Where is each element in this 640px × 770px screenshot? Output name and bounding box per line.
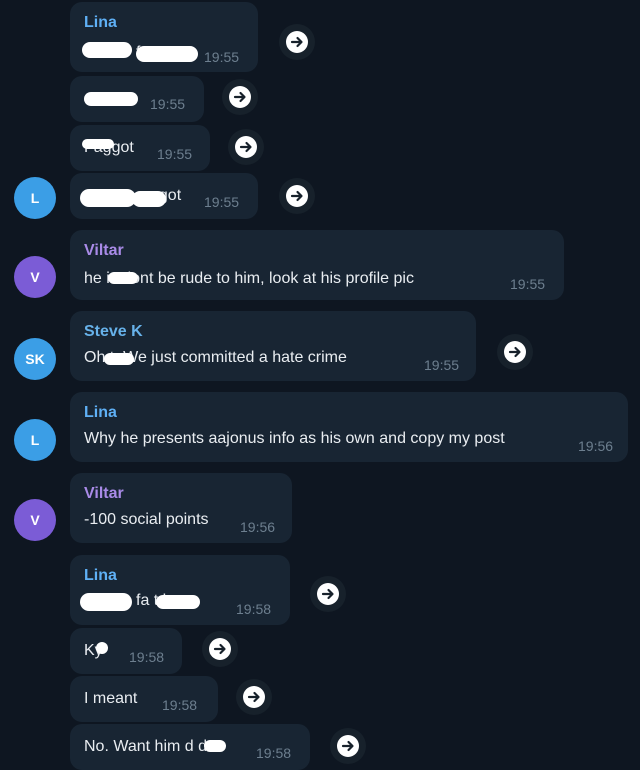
forward-arrow-icon <box>504 341 526 363</box>
avatar[interactable]: V <box>14 499 56 541</box>
message-time: 19:55 <box>204 194 240 210</box>
forward-button[interactable] <box>497 334 533 370</box>
message-text: Why he presents aajonus info as his own … <box>84 430 505 447</box>
forward-button[interactable] <box>222 79 258 115</box>
message-time: 19:55 <box>424 357 460 373</box>
message-bubble[interactable]: Viltar -100 social points 19:56 <box>70 473 292 543</box>
message-time: 19:58 <box>129 649 165 665</box>
message-time: 19:58 <box>256 745 292 761</box>
forward-button[interactable] <box>279 178 315 214</box>
message-time: 19:56 <box>578 438 614 454</box>
redaction-mark <box>104 353 134 365</box>
redaction-mark <box>80 189 136 207</box>
forward-button[interactable] <box>202 631 238 667</box>
redaction-mark <box>82 139 114 149</box>
forward-arrow-icon <box>337 735 359 757</box>
avatar[interactable]: SK <box>14 338 56 380</box>
message-text: I meant <box>84 690 138 707</box>
sender-name[interactable]: Lina <box>84 404 117 422</box>
message-bubble[interactable]: No. Want him d d 19:58 <box>70 724 310 770</box>
forward-arrow-icon <box>286 185 308 207</box>
message-time: 19:55 <box>510 276 546 292</box>
message-time: 19:58 <box>162 697 198 713</box>
forward-button[interactable] <box>236 679 272 715</box>
redaction-mark <box>136 46 198 62</box>
message-bubble[interactable]: Lina faggot 19:55 <box>70 2 258 72</box>
forward-arrow-icon <box>286 31 308 53</box>
sender-name[interactable]: Viltar <box>84 242 124 260</box>
message-bubble[interactable]: Ky 19:58 <box>70 628 182 674</box>
forward-arrow-icon <box>243 686 265 708</box>
redaction-mark <box>108 272 138 284</box>
forward-arrow-icon <box>235 136 257 158</box>
message-time: 19:58 <box>236 601 272 617</box>
sender-name[interactable]: Steve K <box>84 323 143 341</box>
avatar[interactable]: L <box>14 177 56 219</box>
avatar[interactable]: V <box>14 256 56 298</box>
sender-name[interactable]: Viltar <box>84 485 124 503</box>
sender-name[interactable]: Lina <box>84 567 117 585</box>
forward-arrow-icon <box>229 86 251 108</box>
message-text: -100 social points <box>84 511 209 528</box>
forward-arrow-icon <box>317 583 339 605</box>
forward-button[interactable] <box>228 129 264 165</box>
message-bubble[interactable]: Lina Why he presents aajonus info as his… <box>70 392 628 462</box>
message-time: 19:56 <box>240 519 276 535</box>
message-bubble[interactable]: Lina fa t lvs 19:58 <box>70 555 290 625</box>
message-bubble[interactable]: ggot 19:55 <box>70 173 258 219</box>
redaction-mark <box>204 740 226 752</box>
redaction-mark <box>82 42 132 58</box>
message-bubble[interactable]: Faggot 19:55 <box>70 125 210 171</box>
message-time: 19:55 <box>204 49 240 65</box>
redaction-mark <box>132 191 166 207</box>
message-bubble[interactable]: Steve K Oh t. We just committed a hate c… <box>70 311 476 381</box>
message-text: No. Want him d d <box>84 738 208 755</box>
sender-name[interactable]: Lina <box>84 14 117 32</box>
message-time: 19:55 <box>150 96 186 112</box>
forward-button[interactable] <box>330 728 366 764</box>
redaction-mark <box>84 92 138 106</box>
forward-arrow-icon <box>209 638 231 660</box>
redaction-mark <box>96 642 108 654</box>
message-time: 19:55 <box>157 146 193 162</box>
message-bubble[interactable]: Viltar he is dont be rude to him, look a… <box>70 230 564 300</box>
redaction-mark <box>80 593 132 611</box>
redaction-mark <box>156 595 200 609</box>
message-bubble[interactable]: 19:55 <box>70 76 204 122</box>
avatar[interactable]: L <box>14 419 56 461</box>
forward-button[interactable] <box>279 24 315 60</box>
forward-button[interactable] <box>310 576 346 612</box>
message-bubble[interactable]: I meant 19:58 <box>70 676 218 722</box>
